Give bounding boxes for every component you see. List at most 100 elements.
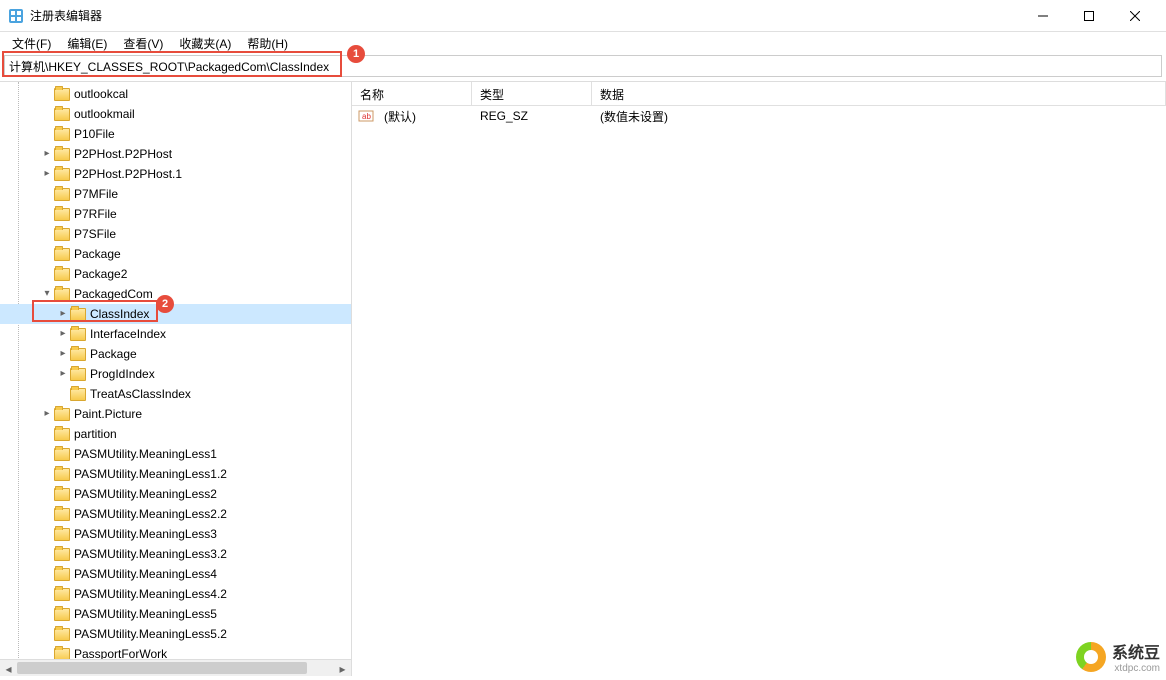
tree-item-label: ProgIdIndex: [90, 367, 155, 381]
tree-item-label: P2PHost.P2PHost.1: [74, 167, 182, 181]
menu-edit[interactable]: 编辑(E): [61, 33, 113, 54]
scroll-track[interactable]: [17, 660, 334, 676]
menu-help[interactable]: 帮助(H): [241, 33, 294, 54]
tree-horizontal-scrollbar[interactable]: ◂ ▸: [0, 659, 351, 676]
tree-item-label: outlookmail: [74, 107, 135, 121]
expand-icon[interactable]: ▸: [40, 409, 54, 419]
expand-icon[interactable]: ▸: [56, 349, 70, 359]
menu-file[interactable]: 文件(F): [6, 33, 57, 54]
list-row[interactable]: ab(默认)REG_SZ(数值未设置): [352, 106, 1166, 126]
menu-view[interactable]: 查看(V): [117, 33, 169, 54]
tree-item-label: PASMUtility.MeaningLess2: [74, 487, 217, 501]
column-header-type[interactable]: 类型: [472, 82, 592, 105]
menu-favorites[interactable]: 收藏夹(A): [173, 33, 237, 54]
tree-item[interactable]: TreatAsClassIndex: [0, 384, 351, 404]
tree-item[interactable]: PASMUtility.MeaningLess1.2: [0, 464, 351, 484]
column-header-name[interactable]: 名称: [352, 82, 472, 105]
tree-item[interactable]: Package: [0, 244, 351, 264]
tree-item[interactable]: P7SFile: [0, 224, 351, 244]
watermark-icon: [1076, 642, 1106, 672]
tree-item[interactable]: outlookcal: [0, 84, 351, 104]
tree-item-label: P2PHost.P2PHost: [74, 147, 172, 161]
address-input[interactable]: [4, 55, 1162, 77]
folder-icon: [54, 408, 70, 421]
tree-item-label: P10File: [74, 127, 115, 141]
tree-item[interactable]: P10File: [0, 124, 351, 144]
tree-item[interactable]: PASMUtility.MeaningLess4: [0, 564, 351, 584]
tree-item-label: PASMUtility.MeaningLess2.2: [74, 507, 227, 521]
folder-icon: [70, 348, 86, 361]
string-value-icon: ab: [358, 108, 374, 124]
folder-icon: [70, 328, 86, 341]
tree-item[interactable]: P7MFile: [0, 184, 351, 204]
close-button[interactable]: [1112, 0, 1158, 31]
tree-item-label: TreatAsClassIndex: [90, 387, 191, 401]
folder-icon: [54, 248, 70, 261]
value-type: REG_SZ: [472, 109, 592, 123]
folder-icon: [54, 228, 70, 241]
tree-item[interactable]: ▾PackagedCom: [0, 284, 351, 304]
tree-item[interactable]: ▸Paint.Picture: [0, 404, 351, 424]
watermark: 系统豆 xtdpc.com: [1076, 639, 1160, 674]
menubar: 文件(F) 编辑(E) 查看(V) 收藏夹(A) 帮助(H): [0, 32, 1166, 55]
folder-icon: [54, 628, 70, 641]
scroll-left-button[interactable]: ◂: [0, 660, 17, 676]
maximize-button[interactable]: [1066, 0, 1112, 31]
expand-icon[interactable]: ▸: [56, 369, 70, 379]
tree-item[interactable]: ▸ P2PHost.P2PHost.1: [0, 164, 351, 184]
folder-icon: [54, 128, 70, 141]
folder-icon: [54, 88, 70, 101]
tree-item[interactable]: partition: [0, 424, 351, 444]
tree-item[interactable]: Package2: [0, 264, 351, 284]
tree-item[interactable]: P7RFile: [0, 204, 351, 224]
expand-icon[interactable]: ▸: [56, 329, 70, 339]
tree-item-label: PASMUtility.MeaningLess4.2: [74, 587, 227, 601]
tree-item[interactable]: PASMUtility.MeaningLess5: [0, 604, 351, 624]
list-pane: 名称 类型 数据 ab(默认)REG_SZ(数值未设置): [352, 82, 1166, 676]
tree-item[interactable]: PASMUtility.MeaningLess2: [0, 484, 351, 504]
tree-item[interactable]: ▸ InterfaceIndex: [0, 324, 351, 344]
titlebar: 注册表编辑器: [0, 0, 1166, 32]
folder-icon: [54, 508, 70, 521]
tree-item[interactable]: PASMUtility.MeaningLess4.2: [0, 584, 351, 604]
tree-item-label: PASMUtility.MeaningLess1: [74, 447, 217, 461]
tree-item[interactable]: PASMUtility.MeaningLess5.2: [0, 624, 351, 644]
tree-pane[interactable]: outlookcal outlookmail P10File ▸ P2PHost.P2P…: [0, 82, 352, 676]
folder-icon: [54, 568, 70, 581]
expand-icon[interactable]: ▸: [40, 169, 54, 179]
tree-item-label: partition: [74, 427, 117, 441]
tree-item[interactable]: PASMUtility.MeaningLess3.2: [0, 544, 351, 564]
scroll-thumb[interactable]: [17, 662, 307, 674]
value-data: (数值未设置): [592, 108, 1166, 125]
tree-item-label: InterfaceIndex: [90, 327, 166, 341]
tree-item[interactable]: PASMUtility.MeaningLess3: [0, 524, 351, 544]
tree-item[interactable]: ▸ClassIndex: [0, 304, 351, 324]
tree-item-label: PASMUtility.MeaningLess3.2: [74, 547, 227, 561]
column-header-data[interactable]: 数据: [592, 82, 1166, 105]
expand-icon[interactable]: ▸: [56, 309, 70, 319]
tree-item[interactable]: PASMUtility.MeaningLess1: [0, 444, 351, 464]
folder-icon: [54, 148, 70, 161]
watermark-text: 系统豆 xtdpc.com: [1112, 639, 1160, 674]
folder-icon: [54, 528, 70, 541]
tree-item[interactable]: ▸ P2PHost.P2PHost: [0, 144, 351, 164]
window-controls: [1020, 0, 1158, 31]
tree-item-label: P7MFile: [74, 187, 118, 201]
collapse-icon[interactable]: ▾: [40, 289, 54, 299]
folder-icon: [70, 308, 86, 321]
scroll-right-button[interactable]: ▸: [334, 660, 351, 676]
tree-item-label: PASMUtility.MeaningLess1.2: [74, 467, 227, 481]
expand-icon[interactable]: ▸: [40, 149, 54, 159]
app-icon: [8, 8, 24, 24]
minimize-button[interactable]: [1020, 0, 1066, 31]
folder-icon: [54, 168, 70, 181]
tree-item-label: P7SFile: [74, 227, 116, 241]
tree-item[interactable]: ▸Package: [0, 344, 351, 364]
tree-item[interactable]: ▸ ProgIdIndex: [0, 364, 351, 384]
tree-item[interactable]: outlookmail: [0, 104, 351, 124]
tree-item[interactable]: PASMUtility.MeaningLess2.2: [0, 504, 351, 524]
tree-item-label: Package: [74, 247, 121, 261]
content-area: outlookcal outlookmail P10File ▸ P2PHost.P2P…: [0, 81, 1166, 676]
tree-item-label: PASMUtility.MeaningLess5.2: [74, 627, 227, 641]
folder-icon: [54, 608, 70, 621]
